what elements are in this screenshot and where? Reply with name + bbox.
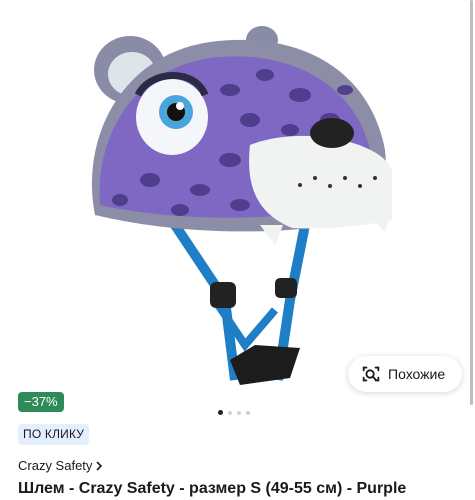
pagination-dot[interactable] [218,410,223,415]
promo-badge[interactable]: ПО КЛИКУ [18,424,90,445]
gallery-pagination [218,410,250,415]
scrollbar[interactable] [470,0,473,405]
brand-link[interactable]: Crazy Safety [18,458,103,473]
brand-name: Crazy Safety [18,458,93,473]
similar-button[interactable]: Похожие [348,356,462,392]
product-gallery[interactable]: Похожие [0,0,475,405]
product-title: Шлем - Crazy Safety - размер S (49-55 см… [18,480,407,497]
camera-search-icon [362,366,380,382]
pagination-dot[interactable] [237,410,241,415]
product-image[interactable] [0,0,475,405]
pagination-dot[interactable] [228,410,232,415]
chevron-right-icon [96,460,103,471]
pagination-dot[interactable] [246,410,250,415]
similar-button-label: Похожие [388,366,446,382]
discount-badge: −37% [18,392,64,412]
